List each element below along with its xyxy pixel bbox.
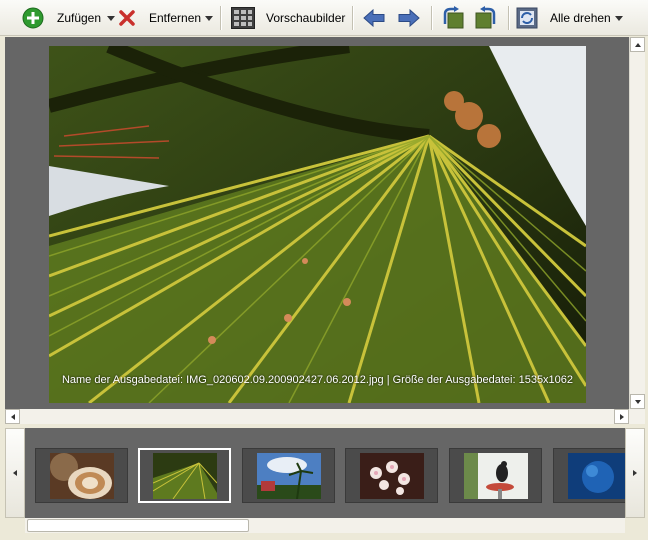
thumbnails-grid-icon (231, 7, 255, 29)
underwater-image (568, 453, 625, 499)
toolbar: Zufügen Entfernen Vorschaubilder Alle dr… (0, 0, 648, 36)
scroll-up-button[interactable] (630, 37, 645, 52)
arrow-up-icon (634, 42, 641, 47)
remove-button[interactable]: Entfernen (118, 5, 214, 31)
thumbnail-bird[interactable] (449, 448, 542, 503)
palm-leaf-photo (49, 46, 586, 403)
rotate-right-button[interactable] (474, 5, 498, 31)
toolbar-separator (220, 6, 222, 30)
remove-dropdown-icon[interactable] (205, 16, 214, 21)
add-label: Zufügen (57, 11, 102, 25)
remove-label: Entfernen (149, 11, 202, 25)
add-button[interactable]: Zufügen (22, 5, 116, 31)
rotate-all-icon (516, 7, 538, 29)
rotate-all-dropdown-icon[interactable] (614, 16, 623, 21)
thumbnail-coffee-cup[interactable] (35, 448, 128, 503)
next-button[interactable] (398, 5, 420, 31)
arrow-right-small-icon (619, 413, 624, 420)
image-viewer: Name der Ausgabedatei: IMG_020602.09.200… (5, 37, 629, 409)
horizontal-scrollbar[interactable] (5, 409, 645, 424)
thumbnail-strip (5, 428, 645, 534)
bird-image (464, 453, 528, 499)
add-icon (22, 7, 44, 29)
thumbnail-strip-scrollbar[interactable] (25, 518, 625, 533)
toolbar-separator (352, 6, 354, 30)
rotate-all-button[interactable]: Alle drehen (516, 5, 623, 31)
rotate-left-icon (443, 6, 464, 29)
scrollbar-thumb[interactable] (27, 519, 249, 532)
scroll-down-button[interactable] (630, 394, 645, 409)
strip-next-button[interactable] (625, 428, 645, 518)
scroll-left-button[interactable] (5, 409, 20, 424)
thumbnail-list (25, 428, 625, 518)
palm-leaf-image (153, 453, 217, 499)
white-flowers-image (360, 453, 424, 499)
vertical-scrollbar[interactable] (629, 37, 645, 409)
arrow-down-icon (634, 399, 641, 404)
coffee-cup-image (50, 453, 114, 499)
toolbar-separator (508, 6, 510, 30)
previous-button[interactable] (363, 5, 385, 31)
output-file-caption: Name der Ausgabedatei: IMG_020602.09.200… (61, 374, 574, 386)
scroll-right-button[interactable] (614, 409, 629, 424)
chevron-left-icon (13, 470, 17, 476)
arrow-right-icon (398, 9, 420, 27)
thumbnails-label: Vorschaubilder (266, 11, 346, 25)
arrow-left-icon (363, 9, 385, 27)
arrow-left-small-icon (10, 413, 15, 420)
rotate-left-button[interactable] (441, 5, 465, 31)
thumbnail-underwater[interactable] (553, 448, 625, 503)
strip-prev-button[interactable] (5, 428, 25, 518)
thumbnail-palm-leaf[interactable] (138, 448, 231, 503)
remove-icon (119, 10, 135, 26)
thumbnail-white-flowers[interactable] (345, 448, 438, 503)
preview-image: Name der Ausgabedatei: IMG_020602.09.200… (49, 46, 586, 403)
add-dropdown-icon[interactable] (107, 16, 116, 21)
thumbnail-palm-trees[interactable] (242, 448, 335, 503)
rotate-all-label: Alle drehen (550, 11, 611, 25)
chevron-right-icon (633, 470, 637, 476)
thumbnails-button[interactable]: Vorschaubilder (231, 5, 345, 31)
rotate-right-icon (475, 6, 496, 29)
palm-trees-image (257, 453, 321, 499)
toolbar-separator (431, 6, 433, 30)
